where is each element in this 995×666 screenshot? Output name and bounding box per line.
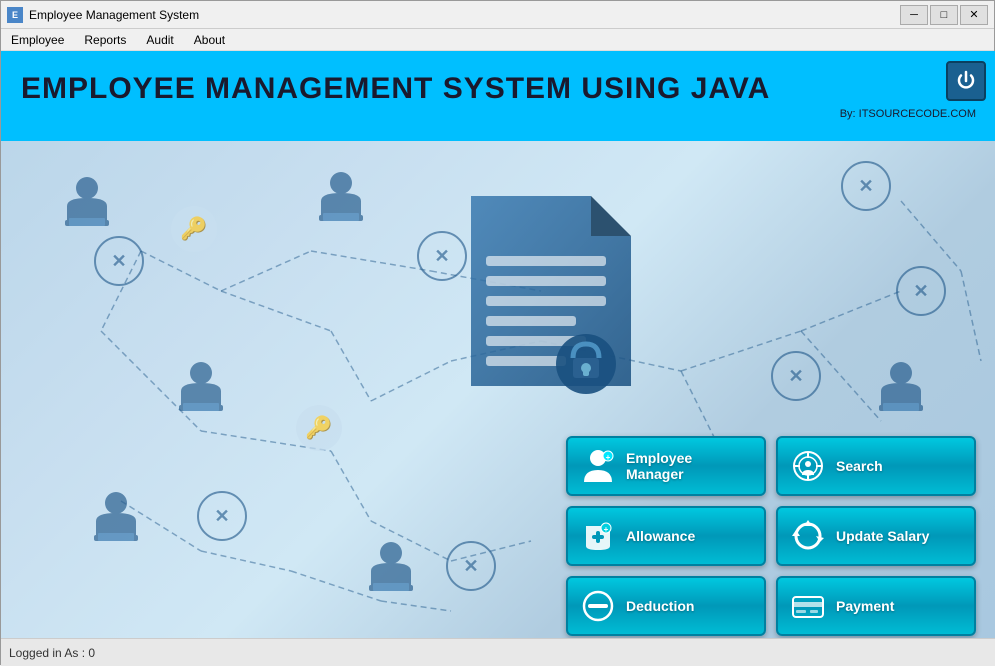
title-bar-controls: ─ □ ✕ (900, 5, 988, 25)
header-subtitle: By: ITSOURCECODE.COM (21, 108, 976, 120)
key-node-1: 🔑 (171, 206, 217, 252)
maximize-button[interactable]: □ (930, 5, 958, 25)
payment-icon (790, 588, 826, 624)
update-salary-button[interactable]: Update Salary (776, 506, 976, 566)
header-bar: EMPLOYEE MANAGEMENT SYSTEM USING JAVA By… (1, 51, 995, 141)
person-node-5 (86, 491, 146, 561)
person-node-6 (361, 541, 421, 611)
buttons-panel: + Employee Manager Search (566, 436, 976, 636)
payment-label: Payment (836, 598, 894, 614)
employee-manager-label: Employee Manager (626, 450, 752, 482)
audit-menu[interactable]: Audit (140, 31, 179, 49)
x-circle-3: ✕ (896, 266, 946, 316)
person-node-3 (171, 361, 231, 431)
allowance-label: Allowance (626, 528, 695, 544)
close-button[interactable]: ✕ (960, 5, 988, 25)
x-circle-2: ✕ (841, 161, 891, 211)
center-document-icon (461, 196, 641, 401)
power-button[interactable] (946, 61, 986, 101)
about-menu[interactable]: About (188, 31, 231, 49)
x-circle-4: ✕ (771, 351, 821, 401)
minimize-button[interactable]: ─ (900, 5, 928, 25)
person-node-2 (311, 171, 371, 241)
status-bar: Logged in As : 0 (1, 638, 995, 666)
main-content: 🔑 ✕ ✕ ✕ ✕ ✕ ✕ ✕ 🔑 (1, 51, 995, 666)
allowance-button[interactable]: + Allowance (566, 506, 766, 566)
search-label: Search (836, 458, 883, 474)
allowance-icon: + (580, 518, 616, 554)
deduction-button[interactable]: Deduction (566, 576, 766, 636)
svg-text:+: + (606, 453, 611, 462)
app-icon: E (7, 7, 23, 23)
employee-manager-icon: + (580, 448, 616, 484)
update-salary-icon (790, 518, 826, 554)
update-salary-label: Update Salary (836, 528, 929, 544)
employee-manager-button[interactable]: + Employee Manager (566, 436, 766, 496)
window-title: Employee Management System (29, 8, 199, 22)
payment-button[interactable]: Payment (776, 576, 976, 636)
reports-menu[interactable]: Reports (78, 31, 132, 49)
search-icon (790, 448, 826, 484)
x-circle-1: ✕ (417, 231, 467, 281)
svg-text:E: E (12, 10, 18, 20)
x-circle-5: ✕ (94, 236, 144, 286)
search-button[interactable]: Search (776, 436, 976, 496)
person-node-4 (871, 361, 931, 431)
deduction-label: Deduction (626, 598, 694, 614)
key-node-2: 🔑 (296, 405, 342, 451)
x-circle-6: ✕ (197, 491, 247, 541)
employee-menu[interactable]: Employee (5, 31, 70, 49)
x-circle-7: ✕ (446, 541, 496, 591)
svg-text:+: + (604, 525, 609, 534)
title-bar-left: E Employee Management System (7, 7, 199, 23)
menu-bar: Employee Reports Audit About (1, 29, 994, 51)
header-title: EMPLOYEE MANAGEMENT SYSTEM USING JAVA (21, 72, 976, 106)
title-bar: E Employee Management System ─ □ ✕ (1, 1, 994, 29)
logged-in-status: Logged in As : 0 (9, 646, 95, 660)
person-node-1 (57, 176, 117, 246)
deduction-icon (580, 588, 616, 624)
